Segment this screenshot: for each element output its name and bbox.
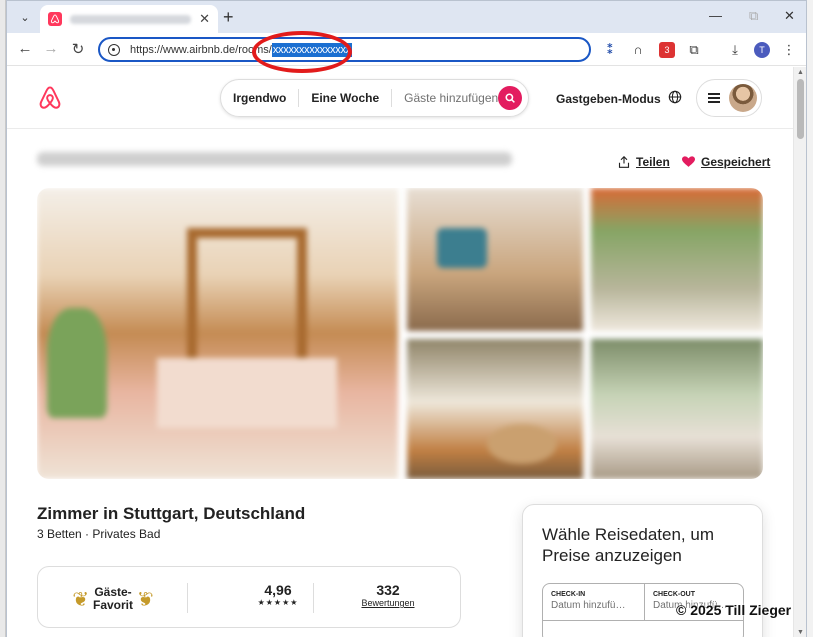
guest-favorite-badge: ❦ Gäste- Favorit ❦ (72, 584, 154, 614)
review-count: 332 (376, 582, 400, 598)
booking-prompt: Wähle Reisedaten, um Preise anzuzeigen (542, 525, 714, 565)
annotation-ellipse (252, 31, 352, 73)
browser-window: ⌄ ✕ + — ⧉ ✕ ← → ↻ https://www.airbnb.de/… (6, 0, 807, 637)
photo-4[interactable] (407, 339, 583, 479)
divider (313, 583, 314, 613)
url-text: https://www.airbnb.de/rooms/ (130, 43, 272, 56)
search-icon (505, 93, 515, 103)
site-info-icon[interactable] (108, 43, 120, 56)
airbnb-favicon-icon (48, 12, 62, 26)
restore-icon[interactable]: ⧉ (749, 8, 758, 24)
site-header: Irgendwo Eine Woche Gäste hinzufügen Gas… (7, 67, 793, 129)
window-close-icon[interactable]: ✕ (784, 8, 795, 24)
page-scrollbar[interactable]: ▲ ▼ (793, 67, 806, 637)
scroll-up-icon[interactable]: ▲ (797, 69, 804, 76)
tab-title-blurred (70, 14, 192, 24)
extension-puzzle-blue-icon[interactable]: ⁑ (602, 42, 618, 58)
browser-tab[interactable]: ✕ (40, 5, 218, 33)
divider (187, 583, 188, 613)
guest-favorite-card: ❦ Gäste- Favorit ❦ 4,96 ★★★★★ 332 Bewert… (37, 566, 461, 628)
reload-icon[interactable]: ↻ (68, 40, 88, 58)
new-tab-button[interactable]: + (223, 7, 234, 27)
photo-2[interactable] (407, 188, 583, 331)
back-icon[interactable]: ← (15, 40, 35, 57)
checkin-field[interactable]: CHECK-IN Datum hinzufü… (543, 584, 644, 620)
share-button[interactable]: Teilen (618, 155, 670, 169)
photo-main[interactable] (37, 188, 398, 479)
airbnb-page: Irgendwo Eine Woche Gäste hinzufügen Gas… (7, 67, 793, 637)
host-mode-link[interactable]: Gastgeben-Modus (556, 92, 661, 106)
tab-search-button[interactable]: ⌄ (14, 7, 36, 27)
checkin-label: CHECK-IN (551, 591, 586, 598)
search-dates[interactable]: Eine Woche (299, 89, 393, 107)
checkout-label: CHECK-OUT (653, 591, 695, 598)
search-guests[interactable]: Gäste hinzufügen (392, 89, 510, 107)
search-button[interactable] (498, 86, 522, 110)
laurel-right-icon: ❦ (137, 588, 154, 611)
checkin-value: Datum hinzufü… (551, 600, 626, 611)
heart-icon (682, 156, 695, 167)
laurel-left-icon: ❦ (72, 588, 89, 611)
saved-button[interactable]: Gespeichert (682, 155, 770, 169)
extensions-icon[interactable]: ⧉ (686, 42, 702, 58)
user-avatar (729, 84, 757, 112)
scroll-down-icon[interactable]: ▼ (797, 629, 804, 636)
extension-arch-icon[interactable]: ∩ (630, 42, 646, 58)
copyright-watermark: © 2025 Till Zieger (676, 602, 792, 618)
extension-badge-icon[interactable]: 3 (659, 42, 675, 58)
reviews-block[interactable]: 332 Bewertungen (343, 582, 433, 608)
forward-icon[interactable]: → (41, 40, 61, 57)
share-icon (618, 156, 630, 168)
photo-gallery[interactable] (37, 188, 763, 479)
downloads-icon[interactable]: ⤓ (727, 42, 743, 58)
airbnb-logo-icon[interactable] (37, 85, 63, 111)
share-label: Teilen (636, 155, 670, 169)
rating-block: 4,96 ★★★★★ (233, 582, 323, 607)
globe-icon[interactable] (668, 90, 682, 104)
photo-5[interactable] (591, 339, 763, 479)
browser-menu-icon[interactable]: ⋮ (781, 42, 797, 58)
guest-favorite-line2: Favorit (93, 598, 134, 612)
reviews-link[interactable]: Bewertungen (343, 598, 433, 608)
search-bar[interactable]: Irgendwo Eine Woche Gäste hinzufügen (220, 79, 529, 117)
hamburger-icon (708, 93, 720, 103)
scroll-thumb[interactable] (797, 79, 804, 139)
tab-strip: ⌄ ✕ + — ⧉ ✕ (7, 1, 806, 33)
user-menu-button[interactable] (696, 79, 762, 117)
photo-3[interactable] (591, 188, 763, 331)
rating-stars: ★★★★★ (257, 598, 299, 607)
minimize-icon[interactable]: — (709, 8, 722, 23)
saved-label: Gespeichert (701, 155, 771, 169)
listing-subtitle: 3 Betten · Privates Bad (37, 527, 161, 541)
search-location[interactable]: Irgendwo (221, 89, 300, 107)
listing-title: Zimmer in Stuttgart, Deutschland (37, 504, 306, 523)
listing-headline-blurred (37, 152, 512, 166)
tab-close-icon[interactable]: ✕ (199, 11, 210, 27)
rating-value: 4,96 (264, 582, 292, 598)
profile-avatar[interactable]: T (754, 42, 770, 58)
browser-toolbar: ← → ↻ https://www.airbnb.de/rooms/xxxxxx… (7, 33, 806, 66)
